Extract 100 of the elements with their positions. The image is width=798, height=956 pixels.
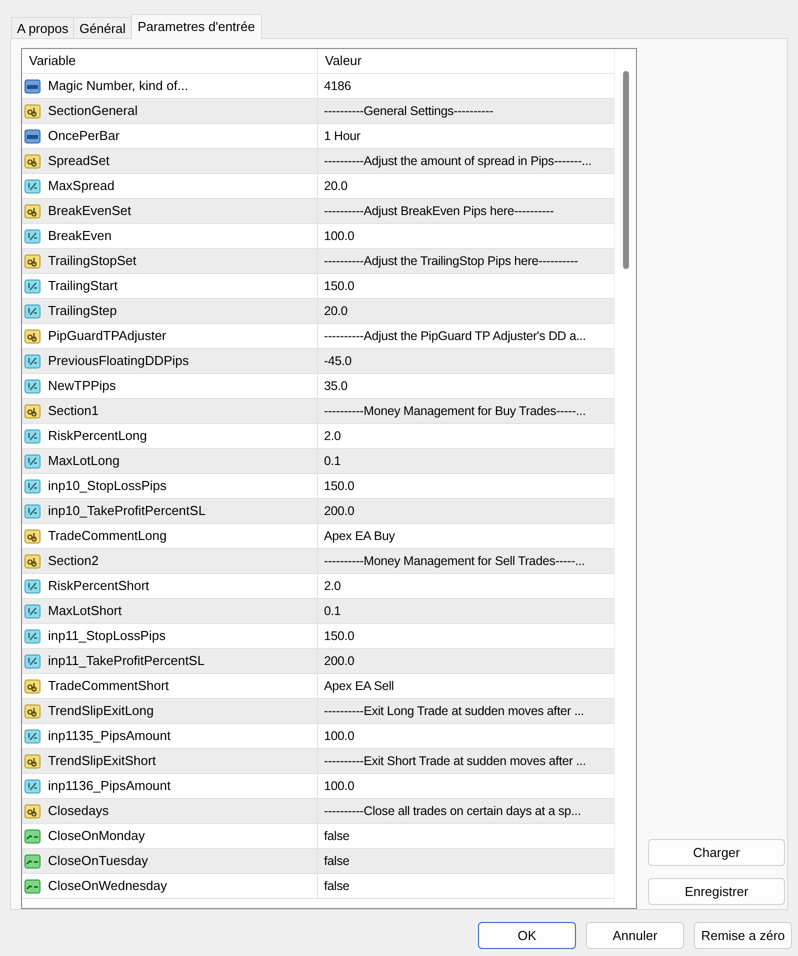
variable-name: CloseOnMonday — [48, 827, 145, 846]
value-cell[interactable]: 200.0 — [324, 502, 354, 520]
tab[interactable]: A propos — [11, 17, 74, 39]
text-type-icon — [24, 102, 41, 120]
value-cell[interactable]: 100.0 — [324, 226, 354, 246]
variable-name: BreakEvenSet — [48, 202, 132, 220]
value-cell[interactable]: ----------Exit Long Trade at sudden moves after ... — [324, 702, 584, 720]
side-button[interactable]: Enregistrer — [648, 878, 785, 905]
variable-name: MaxLotShort — [48, 602, 122, 620]
dialog-button[interactable]: Remise a zéro — [694, 922, 792, 949]
value-cell[interactable]: 20.0 — [324, 302, 348, 320]
variable-name: inp11_TakeProfitPercentSL — [48, 652, 205, 670]
dialog-button[interactable]: OK — [478, 922, 576, 949]
text-type-icon — [24, 252, 41, 270]
column-header[interactable]: Variable — [22, 49, 318, 73]
value-cell[interactable]: false — [324, 852, 350, 870]
toggle-type-icon — [24, 828, 41, 844]
value-cell[interactable]: ----------Adjust the TrailingStop Pips here---------- — [324, 252, 578, 270]
value-cell[interactable]: 150.0 — [324, 476, 354, 496]
value-cell[interactable]: 0.1 — [324, 452, 341, 470]
value-cell[interactable]: 20.0 — [324, 176, 348, 196]
dialog-button[interactable]: Annuler — [586, 922, 684, 949]
number-type-icon — [24, 128, 41, 144]
text-type-icon — [24, 402, 41, 420]
value-cell[interactable]: ----------Exit Short Trade at sudden moves after ... — [324, 752, 586, 770]
value-cell[interactable]: ----------Adjust the amount of spread in Pips-------... — [324, 152, 592, 170]
decimal-type-icon — [24, 602, 41, 620]
decimal-type-icon — [24, 628, 41, 644]
text-type-icon — [24, 678, 41, 694]
variable-name: RiskPercentShort — [48, 577, 150, 596]
value-cell[interactable]: 4186 — [324, 76, 352, 96]
variable-name: Closedays — [48, 802, 109, 820]
value-cell[interactable]: false — [324, 826, 350, 846]
decimal-type-icon — [24, 178, 41, 194]
decimal-type-icon — [24, 228, 41, 244]
variable-name: inp10_TakeProfitPercentSL — [48, 502, 206, 520]
value-cell[interactable]: ----------Money Management for Sell Trades-----... — [324, 552, 585, 570]
variable-name: CloseOnWednesday — [48, 877, 167, 896]
decimal-type-icon — [24, 378, 41, 394]
column-header[interactable]: Valeur — [318, 49, 614, 73]
tab[interactable]: Parametres d'entrée — [130, 14, 262, 39]
text-type-icon — [24, 552, 41, 570]
value-cell[interactable]: ----------Close all trades on certain days at a sp... — [324, 802, 581, 820]
value-cell[interactable]: 2.0 — [324, 576, 341, 596]
value-cell[interactable]: -45.0 — [324, 352, 352, 370]
variable-name: TradeCommentShort — [48, 677, 169, 696]
side-button[interactable]: Charger — [648, 839, 785, 866]
value-cell[interactable]: ----------General Settings---------- — [324, 102, 494, 120]
variable-name: inp10_StopLossPips — [48, 477, 167, 496]
toggle-type-icon — [24, 878, 41, 894]
variable-name: inp1135_PipsAmount — [48, 727, 171, 746]
variable-name: inp11_StopLossPips — [48, 627, 166, 646]
decimal-type-icon — [24, 728, 41, 744]
decimal-type-icon — [24, 428, 41, 444]
value-cell[interactable]: Apex EA Sell — [324, 676, 394, 696]
toggle-type-icon — [24, 852, 41, 870]
decimal-type-icon — [24, 578, 41, 594]
variable-name: RiskPercentLong — [48, 427, 147, 446]
value-cell[interactable]: 200.0 — [324, 652, 354, 670]
variable-name: BreakEven — [48, 227, 112, 246]
value-cell[interactable]: 150.0 — [324, 626, 354, 646]
variable-name: TrendSlipExitLong — [48, 702, 154, 720]
value-cell[interactable]: ----------Money Management for Buy Trades-----... — [324, 402, 586, 420]
value-cell[interactable]: 150.0 — [324, 276, 354, 296]
decimal-type-icon — [24, 502, 41, 520]
decimal-type-icon — [24, 352, 41, 370]
value-cell[interactable]: 1 Hour — [324, 126, 360, 146]
decimal-type-icon — [24, 452, 41, 470]
variable-name: inp1136_PipsAmount — [48, 777, 171, 796]
decimal-type-icon — [24, 778, 41, 794]
value-cell[interactable]: 2.0 — [324, 426, 341, 446]
text-type-icon — [24, 752, 41, 770]
value-cell[interactable]: 100.0 — [324, 726, 354, 746]
text-type-icon — [24, 702, 41, 720]
variable-name: TrailingStart — [48, 277, 118, 296]
value-cell[interactable]: 35.0 — [324, 376, 348, 396]
variable-name: TrendSlipExitShort — [48, 752, 156, 770]
number-type-icon — [24, 78, 41, 94]
variable-name: SpreadSet — [48, 152, 110, 170]
value-cell[interactable]: false — [324, 876, 350, 896]
variable-name: TrailingStep — [48, 302, 117, 320]
value-cell[interactable]: ----------Adjust the PipGuard TP Adjuster's DD a... — [324, 326, 586, 346]
variable-name: Section1 — [48, 402, 99, 420]
text-type-icon — [24, 528, 41, 544]
value-cell[interactable]: 0.1 — [324, 602, 341, 620]
value-cell[interactable]: ----------Adjust BreakEven Pips here---------- — [324, 202, 554, 220]
text-type-icon — [24, 202, 41, 220]
variable-name: PipGuardTPAdjuster — [48, 327, 166, 346]
variable-name: TradeCommentLong — [48, 527, 167, 546]
value-cell[interactable]: 100.0 — [324, 776, 354, 796]
variable-name: MaxSpread — [48, 177, 114, 196]
variable-name: OncePerBar — [48, 127, 120, 146]
text-type-icon — [24, 328, 41, 344]
decimal-type-icon — [24, 302, 41, 320]
decimal-type-icon — [24, 652, 41, 670]
variable-name: Section2 — [48, 552, 99, 570]
variable-name: Magic Number, kind of... — [48, 77, 188, 96]
value-cell[interactable]: Apex EA Buy — [324, 526, 395, 546]
variable-name: PreviousFloatingDDPips — [48, 352, 189, 370]
text-type-icon — [24, 802, 41, 820]
